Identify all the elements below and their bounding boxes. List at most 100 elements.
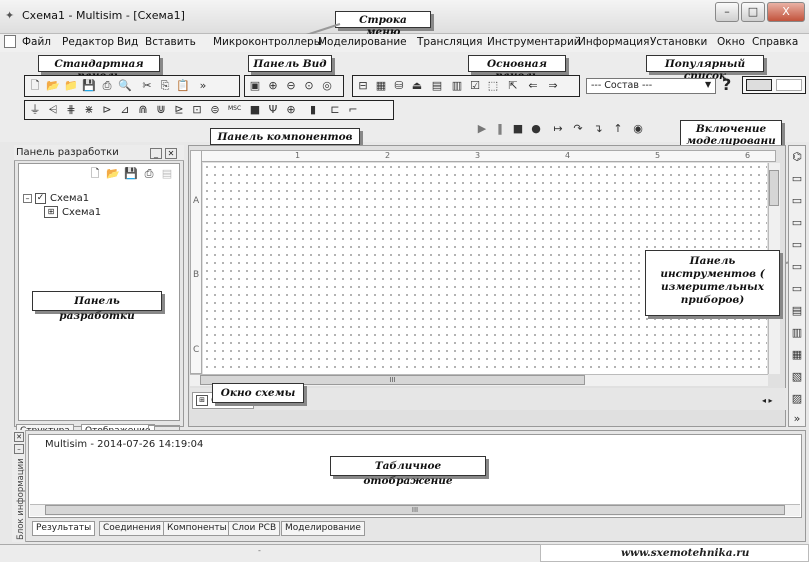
four-channel-osc-icon[interactable]: ▭ bbox=[790, 238, 804, 252]
checkbox-icon[interactable]: ✓ bbox=[35, 193, 46, 204]
run-icon[interactable]: ▶ bbox=[475, 122, 489, 136]
fullscreen-icon[interactable]: ▣ bbox=[248, 79, 262, 93]
transistor-icon[interactable]: ⋇ bbox=[82, 103, 96, 117]
hierarchical-block-icon[interactable]: ⊏ bbox=[328, 103, 342, 117]
erc-icon[interactable]: ☑ bbox=[468, 79, 482, 93]
zoom-area-icon[interactable]: ⊙ bbox=[302, 79, 316, 93]
probe-icon[interactable]: ● bbox=[529, 122, 543, 136]
function-generator-icon[interactable]: ▭ bbox=[790, 172, 804, 186]
bus-icon[interactable]: ⌐ bbox=[346, 103, 360, 117]
spreadsheet-icon[interactable]: ▦ bbox=[374, 79, 388, 93]
step-into-icon[interactable]: ↴ bbox=[591, 122, 605, 136]
log-hscroll-thumb[interactable]: III bbox=[45, 505, 785, 515]
open-sample-icon[interactable]: 📁 bbox=[64, 79, 78, 93]
postprocessor-icon[interactable]: ▥ bbox=[450, 79, 464, 93]
tab-components[interactable]: Компоненты bbox=[163, 521, 231, 536]
misc-digital-icon[interactable]: ⋓ bbox=[154, 103, 168, 117]
cut-icon[interactable]: ✂ bbox=[140, 79, 154, 93]
indicator-icon[interactable]: ⊡ bbox=[190, 103, 204, 117]
tab-results[interactable]: Результаты bbox=[32, 521, 96, 536]
menu-options[interactable]: Установки bbox=[650, 36, 707, 48]
oscilloscope-icon[interactable]: ▭ bbox=[790, 216, 804, 230]
capture-area-icon[interactable]: ⬚ bbox=[486, 79, 500, 93]
save-doc-icon[interactable]: 💾 bbox=[124, 167, 138, 181]
misc-icon[interactable]: MSC bbox=[228, 105, 241, 112]
menu-window[interactable]: Окно bbox=[717, 36, 745, 48]
print-preview-icon[interactable]: 🔍 bbox=[118, 79, 132, 93]
sim-switch-on-button[interactable] bbox=[746, 79, 772, 91]
goto-parent-icon[interactable]: ⇱ bbox=[506, 79, 520, 93]
wattmeter-icon[interactable]: ▭ bbox=[790, 194, 804, 208]
sim-switch-off-button[interactable] bbox=[776, 79, 802, 91]
forward-annotate-icon[interactable]: ⇒ bbox=[546, 79, 560, 93]
vscroll-thumb[interactable] bbox=[769, 170, 779, 206]
electromech-icon[interactable]: ⊕ bbox=[284, 103, 298, 117]
zoom-fit-icon[interactable]: ◎ bbox=[320, 79, 334, 93]
save-icon[interactable]: 💾 bbox=[82, 79, 96, 93]
rf-icon[interactable]: Ψ bbox=[266, 103, 280, 117]
overflow-chevron-icon[interactable]: » bbox=[196, 79, 210, 93]
advanced-peripherals-icon[interactable]: ■ bbox=[248, 103, 262, 117]
grapher-icon[interactable]: ▤ bbox=[430, 79, 444, 93]
step-out-icon[interactable]: ↑ bbox=[611, 122, 625, 136]
menu-file[interactable]: Файл bbox=[22, 36, 51, 48]
multimeter-icon[interactable]: ⌬ bbox=[790, 150, 804, 164]
iv-analyzer-icon[interactable]: ▧ bbox=[790, 370, 804, 384]
step-over-icon[interactable]: ↷ bbox=[571, 122, 585, 136]
tab-pcb-layers[interactable]: Слои PCB bbox=[228, 521, 281, 536]
new-doc-icon[interactable]: 🗋 bbox=[88, 167, 102, 181]
zoom-in-icon[interactable]: ⊕ bbox=[266, 79, 280, 93]
panel-pin-icon[interactable]: _ bbox=[150, 148, 162, 159]
back-annotate-icon[interactable]: ⇐ bbox=[526, 79, 540, 93]
bode-plotter-icon[interactable]: ▭ bbox=[790, 260, 804, 274]
mcu-icon[interactable]: ▮ bbox=[306, 103, 320, 117]
menu-tools[interactable]: Инструментарий bbox=[487, 36, 581, 48]
popular-dropdown[interactable]: --- Состав --- bbox=[586, 78, 716, 94]
zoom-out-icon[interactable]: ⊖ bbox=[284, 79, 298, 93]
power-icon[interactable]: ⊜ bbox=[208, 103, 222, 117]
chevron-down-icon[interactable]: ▼ bbox=[705, 80, 711, 89]
spreadsheet-close-icon[interactable]: ✕ bbox=[14, 432, 24, 442]
menu-simulate[interactable]: Моделирование bbox=[318, 36, 407, 48]
distortion-analyzer-icon[interactable]: ▨ bbox=[790, 392, 804, 406]
tab-nets[interactable]: Соединения bbox=[99, 521, 165, 536]
tree-collapse-icon[interactable]: – bbox=[23, 194, 32, 203]
pause-icon[interactable]: ‖ bbox=[493, 122, 507, 136]
export-doc-icon[interactable]: ⎙ bbox=[142, 167, 156, 181]
design-toolbox-icon[interactable]: ⊟ bbox=[356, 79, 370, 93]
word-generator-icon[interactable]: ▤ bbox=[790, 304, 804, 318]
ttl-icon[interactable]: ⊿ bbox=[118, 103, 132, 117]
component-wizard-icon[interactable]: ⏏ bbox=[410, 79, 424, 93]
frequency-counter-icon[interactable]: ▭ bbox=[790, 282, 804, 296]
analog-icon[interactable]: ⊳ bbox=[100, 103, 114, 117]
stop-icon[interactable]: ■ bbox=[511, 122, 525, 136]
tab-simulation[interactable]: Моделирование bbox=[281, 521, 365, 536]
tree-root-label[interactable]: Схема1 bbox=[50, 193, 89, 204]
help-button[interactable]: ? bbox=[722, 75, 731, 94]
source-icon[interactable]: ⏚ bbox=[28, 103, 42, 117]
logic-analyzer-icon[interactable]: ▥ bbox=[790, 326, 804, 340]
basic-icon[interactable]: ⩤ bbox=[46, 103, 60, 117]
open-doc-icon[interactable]: 📂 bbox=[106, 167, 120, 181]
more-chevron-icon[interactable]: » bbox=[790, 412, 804, 426]
paste-icon[interactable]: 📋 bbox=[176, 79, 190, 93]
close-doc-icon[interactable]: ▤ bbox=[160, 167, 174, 181]
menu-edit[interactable]: Редактор bbox=[62, 36, 114, 48]
print-icon[interactable]: ⎙ bbox=[100, 79, 114, 93]
database-icon[interactable]: ⛁ bbox=[392, 79, 406, 93]
tab-nav-icon[interactable]: ◂ ▸ bbox=[762, 396, 773, 405]
menu-help[interactable]: Справка bbox=[752, 36, 798, 48]
panel-close-icon[interactable]: ✕ bbox=[165, 148, 177, 159]
copy-icon[interactable]: ⎘ bbox=[158, 79, 172, 93]
step-icon[interactable]: ↦ bbox=[551, 122, 565, 136]
diode-icon[interactable]: ⋕ bbox=[64, 103, 78, 117]
open-icon[interactable]: 📂 bbox=[46, 79, 60, 93]
logic-converter-icon[interactable]: ▦ bbox=[790, 348, 804, 362]
cmos-icon[interactable]: ⋒ bbox=[136, 103, 150, 117]
menu-insert[interactable]: Вставить bbox=[145, 36, 196, 48]
menu-transfer[interactable]: Трансляция bbox=[417, 36, 482, 48]
breakpoint-icon[interactable]: ◉ bbox=[631, 122, 645, 136]
new-icon[interactable]: 🗋 bbox=[28, 79, 42, 93]
menu-reports[interactable]: Информация bbox=[578, 36, 649, 48]
menu-mcu[interactable]: Микроконтроллеры bbox=[213, 36, 322, 48]
